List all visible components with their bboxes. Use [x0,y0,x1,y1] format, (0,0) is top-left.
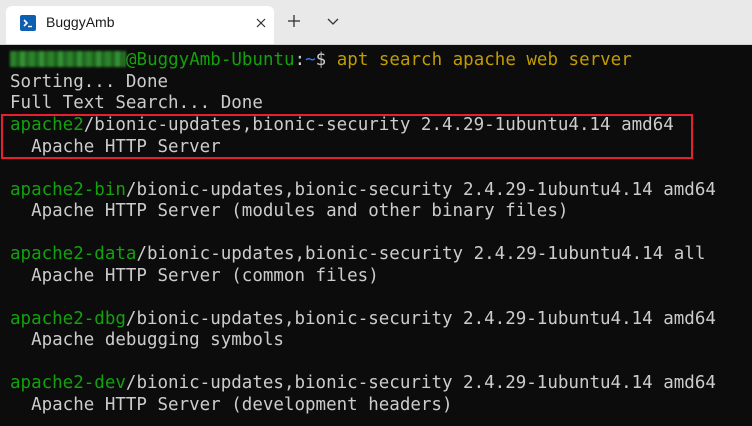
terminal-output[interactable]: @BuggyAmb-Ubuntu:~$ apt search apache we… [0,45,752,426]
highlight-box [1,114,693,159]
package-description: Apache HTTP Server (modules and other bi… [10,201,569,221]
package-line: apache2-dbg/bionic-updates,bionic-securi… [10,309,716,331]
package-name: apache2-bin [10,179,126,200]
prompt-symbol: $ [315,50,337,70]
package-details: /bionic-updates,bionic-security 2.4.29-1… [136,244,706,264]
package-details: /bionic-updates,bionic-security 2.4.29-1… [125,373,716,393]
prompt-path: ~ [305,50,316,70]
status-line: Full Text Search... Done [10,93,263,113]
redacted-username [10,51,126,67]
package-details: /bionic-updates,bionic-security 2.4.29-1… [125,179,716,200]
prompt-separator: : [294,50,306,70]
package-name: apache2-data [10,244,137,264]
title-bar: BuggyAmb [0,0,752,45]
plus-icon[interactable] [286,13,302,29]
command-text: apt search apache web server [336,50,632,70]
tab-title: BuggyAmb [46,14,115,30]
terminal-icon [20,15,36,31]
package-line: apache2-data/bionic-updates,bionic-secur… [10,244,705,266]
tab-buggyamb[interactable]: BuggyAmb [6,6,274,44]
status-line: Sorting... Done [10,71,169,92]
package-name: apache2-dev [10,373,126,393]
package-line: apache2-dev/bionic-updates,bionic-securi… [10,373,716,395]
prompt-line: @BuggyAmb-Ubuntu:~$ apt search apache we… [10,50,632,72]
close-icon[interactable] [254,16,268,30]
package-description: Apache debugging symbols [10,330,284,350]
prompt-host: @BuggyAmb-Ubuntu [126,50,295,70]
package-line: apache2-bin/bionic-updates,bionic-securi… [10,180,716,202]
terminal-window: BuggyAmb @BuggyAmb-Ubuntu:~$ apt search … [0,0,752,426]
package-details: /bionic-updates,bionic-security 2.4.29-1… [125,308,716,329]
package-name: apache2-dbg [10,308,126,329]
package-description: Apache HTTP Server (common files) [10,265,379,286]
package-description: Apache HTTP Server (development headers) [10,394,453,415]
chevron-down-icon[interactable] [326,15,340,27]
